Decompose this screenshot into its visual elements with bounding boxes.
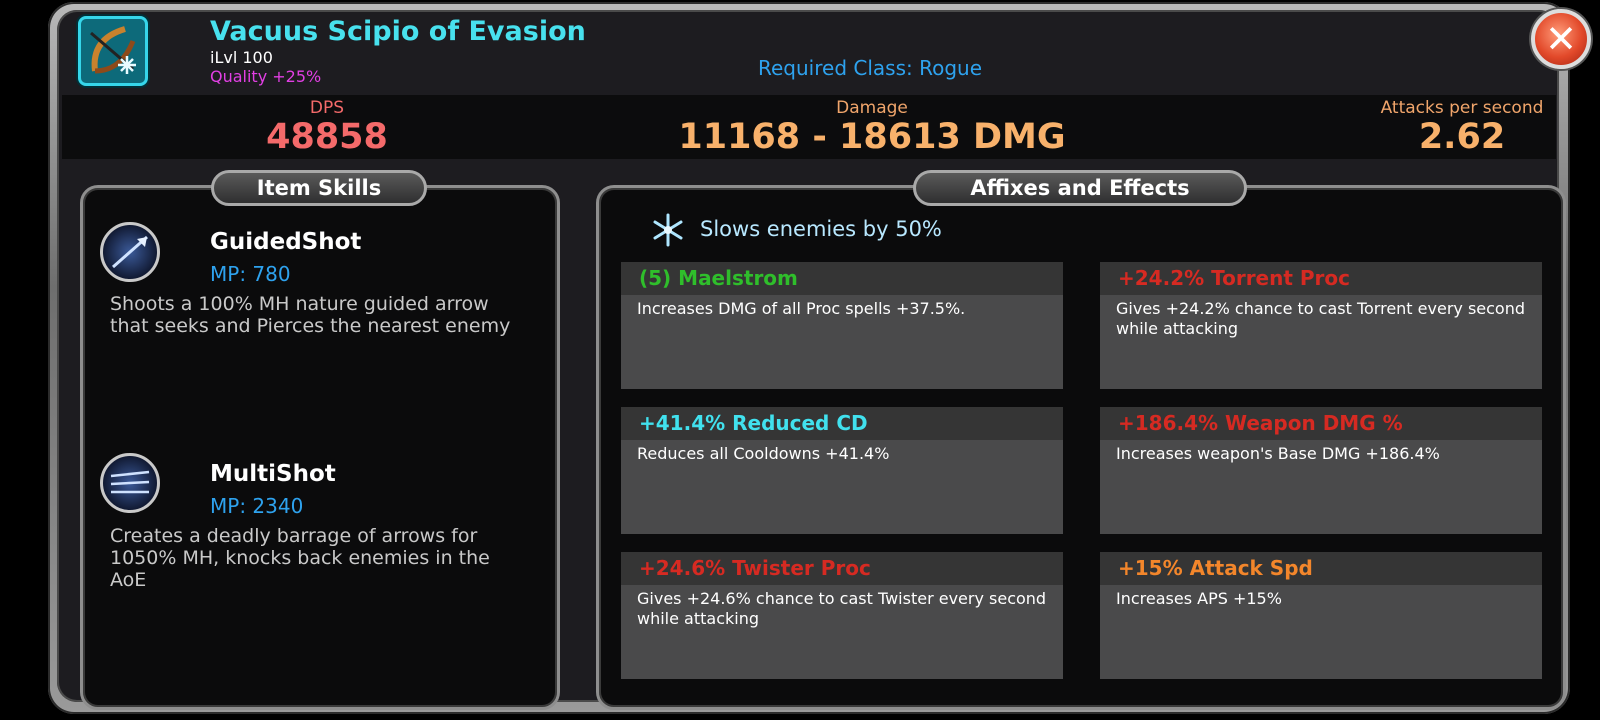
affix-description: Increases APS +15% [1116, 589, 1282, 608]
affix-title: +186.4% Weapon DMG % [1100, 407, 1542, 440]
multi-arrow-icon[interactable] [100, 453, 160, 513]
skill-mp: MP: 780 [210, 262, 291, 286]
aps-label: Attacks per second [1380, 98, 1544, 118]
item-quality: Quality +25% [210, 67, 322, 86]
damage-stat: Damage 11168 - 18613 DMG [622, 95, 1122, 156]
skill-name: GuidedShot [210, 229, 362, 255]
damage-label: Damage [836, 98, 908, 118]
slow-effect-text: Slows enemies by 50% [700, 217, 942, 241]
close-icon: ✕ [1545, 17, 1577, 61]
affix-title: +15% Attack Spd [1100, 552, 1542, 585]
stats-bar: DPS 48858 Damage 11168 - 18613 DMG Attac… [62, 95, 1556, 159]
skill-description: Creates a deadly barrage of arrows for 1… [110, 525, 490, 591]
aps-stat: Attacks per second 2.62 [1352, 95, 1572, 156]
affix-title: (5) Maelstrom [621, 262, 1063, 295]
dps-label: DPS [309, 98, 345, 118]
dps-value: 48858 [266, 117, 388, 157]
skill-mp: MP: 2340 [210, 494, 304, 518]
affix-card: (5) Maelstrom Increases DMG of all Proc … [621, 262, 1063, 389]
affix-card: +41.4% Reduced CD Reduces all Cooldowns … [621, 407, 1063, 534]
guided-arrow-icon[interactable] [100, 222, 160, 282]
affix-description: Increases weapon's Base DMG +186.4% [1116, 444, 1440, 463]
affix-title: +24.6% Twister Proc [621, 552, 1063, 585]
damage-value: 11168 - 18613 DMG [678, 117, 1066, 157]
affix-card: +186.4% Weapon DMG % Increases weapon's … [1100, 407, 1542, 534]
affix-card: +24.6% Twister Proc Gives +24.6% chance … [621, 552, 1063, 679]
skill-name: MultiShot [210, 461, 336, 487]
affix-title: +41.4% Reduced CD [621, 407, 1063, 440]
affix-description: Reduces all Cooldowns +41.4% [637, 444, 890, 463]
affix-card: +24.2% Torrent Proc Gives +24.2% chance … [1100, 262, 1542, 389]
aps-value: 2.62 [1418, 117, 1506, 157]
item-skills-tab: Item Skills [211, 170, 427, 206]
affix-description: Increases DMG of all Proc spells +37.5%. [637, 299, 966, 318]
dps-stat: DPS 48858 [227, 95, 427, 156]
required-class: Required Class: Rogue [758, 56, 982, 80]
close-button[interactable]: ✕ [1531, 9, 1591, 69]
skill-description: Shoots a 100% MH nature guided arrow tha… [110, 293, 511, 337]
affixes-tab: Affixes and Effects [913, 170, 1247, 206]
affix-title: +24.2% Torrent Proc [1100, 262, 1542, 295]
affix-description: Gives +24.2% chance to cast Torrent ever… [1116, 299, 1526, 338]
affix-description: Gives +24.6% chance to cast Twister ever… [637, 589, 1047, 628]
bow-frost-icon [78, 16, 148, 86]
affix-card: +15% Attack Spd Increases APS +15% [1100, 552, 1542, 679]
item-name: Vacuus Scipio of Evasion [210, 16, 586, 47]
snowflake-icon [650, 212, 686, 252]
item-level: iLvl 100 [210, 48, 273, 67]
